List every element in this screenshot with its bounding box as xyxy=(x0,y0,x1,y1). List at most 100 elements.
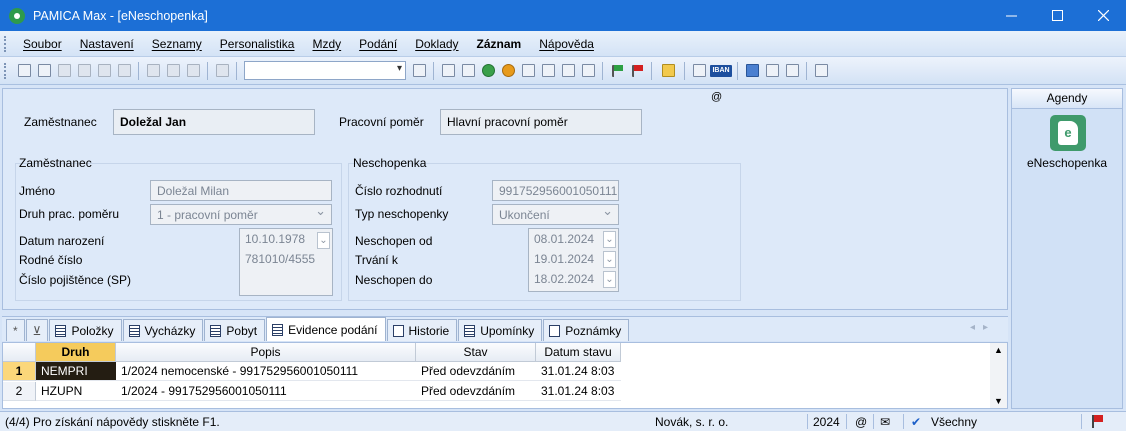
filter-icon: ⊻ xyxy=(32,323,42,338)
tab-filter[interactable]: ⊻ xyxy=(25,319,49,341)
person-orange-icon[interactable] xyxy=(499,62,517,80)
iban-icon[interactable]: IBAN xyxy=(710,62,732,80)
window-title: PAMICA Max - [eNeschopenka] xyxy=(33,8,208,23)
export-icon[interactable] xyxy=(115,62,133,80)
table-cell-datum[interactable]: 31.01.24 8:03 xyxy=(536,382,621,401)
checkmark-icon[interactable]: ✔ xyxy=(911,415,921,429)
column-header-popis[interactable]: Popis xyxy=(116,343,416,362)
close-button[interactable] xyxy=(1080,0,1126,31)
status-year[interactable]: 2024 xyxy=(813,415,840,429)
scroll-down-icon[interactable]: ▼ xyxy=(994,396,1003,406)
print-icon[interactable] xyxy=(55,62,73,80)
row-number[interactable]: 1 xyxy=(3,362,36,381)
m-document-icon[interactable] xyxy=(439,62,457,80)
toolbar-combo[interactable] xyxy=(244,61,406,80)
tab-pobyt[interactable]: Pobyt xyxy=(204,319,266,341)
duration-dropdown[interactable]: ⌄ xyxy=(603,251,616,268)
status-filter[interactable]: Všechny xyxy=(931,415,977,429)
open-window-icon[interactable] xyxy=(15,62,33,80)
new-record-icon[interactable] xyxy=(144,62,162,80)
help-icon[interactable] xyxy=(812,62,830,80)
at-icon[interactable]: @ xyxy=(711,91,722,103)
birth-number-field[interactable]: 781010/4555 xyxy=(240,249,332,269)
folder-dropdown-icon[interactable] xyxy=(657,62,679,80)
scroll-up-icon[interactable]: ▲ xyxy=(994,345,1003,355)
sickleave-type-select[interactable]: Ukončení xyxy=(492,203,619,225)
column-header-stav[interactable]: Stav xyxy=(416,343,536,362)
evidence-grid: Druh Popis Stav Datum stavu 1 NEMPRI 1/2… xyxy=(2,342,1008,409)
menu-mzdy[interactable]: Mzdy xyxy=(303,37,350,51)
document-clock-icon[interactable] xyxy=(519,62,537,80)
eneschopenka-icon[interactable]: e xyxy=(1050,115,1086,151)
table-cell-druh[interactable]: NEMPRI xyxy=(36,362,116,381)
tab-historie[interactable]: Historie xyxy=(386,319,458,341)
table-cell-datum[interactable]: 31.01.24 8:03 xyxy=(536,362,621,381)
red-flag-icon[interactable] xyxy=(628,62,646,80)
status-at-icon[interactable]: @ xyxy=(855,415,867,429)
m-add-icon[interactable] xyxy=(579,62,597,80)
grid-scrollbar[interactable]: ▲ ▼ xyxy=(990,343,1007,408)
toolbar-separator xyxy=(602,61,603,80)
save-all-icon[interactable] xyxy=(184,62,202,80)
toolbar-grip[interactable] xyxy=(4,62,7,79)
name-field[interactable]: Doležal Milan xyxy=(150,180,332,201)
menu-doklady[interactable]: Doklady xyxy=(406,37,467,51)
envelope-icon[interactable]: ✉ xyxy=(880,415,890,429)
menu-nastaveni[interactable]: Nastavení xyxy=(71,37,143,51)
minimize-button[interactable] xyxy=(988,0,1034,31)
calculator-icon[interactable] xyxy=(690,62,708,80)
table-cell-popis[interactable]: 1/2024 nemocenské - 991752956001050111 xyxy=(116,362,416,381)
print-copy-icon[interactable] xyxy=(95,62,113,80)
table-cell-stav[interactable]: Před odevzdáním xyxy=(416,382,536,401)
red-flag-status-icon[interactable] xyxy=(1092,415,1103,428)
decision-number-field[interactable]: 991752956001050111 xyxy=(492,180,619,201)
column-header-datum[interactable]: Datum stavu xyxy=(536,343,621,362)
save-icon[interactable] xyxy=(164,62,182,80)
copy-icon[interactable] xyxy=(35,62,53,80)
menu-soubor[interactable]: Soubor xyxy=(14,37,71,51)
column-header-druh[interactable]: Druh xyxy=(36,343,116,362)
tab-polozky[interactable]: Položky xyxy=(49,319,122,341)
table-cell-druh[interactable]: HZUPN xyxy=(36,382,116,401)
maximize-button[interactable] xyxy=(1034,0,1080,31)
menu-napoveda[interactable]: Nápověda xyxy=(530,37,603,51)
sickleave-type-label: Typ neschopenky xyxy=(355,207,449,221)
status-company[interactable]: Novák, s. r. o. xyxy=(655,415,728,429)
green-flag-icon[interactable] xyxy=(608,62,626,80)
status-help-text: (4/4) Pro získání nápovědy stiskněte F1. xyxy=(5,415,220,429)
paste-icon[interactable] xyxy=(213,62,231,80)
menu-zaznam[interactable]: Záznam xyxy=(468,37,531,51)
employment-type-select[interactable]: 1 - pracovní poměr xyxy=(150,203,332,225)
menu-seznamy[interactable]: Seznamy xyxy=(143,37,211,51)
tab-new[interactable]: * xyxy=(6,319,25,341)
person-green-icon[interactable] xyxy=(479,62,497,80)
m-document-icon-2[interactable] xyxy=(559,62,577,80)
tab-upominky[interactable]: Upomínky xyxy=(458,319,543,341)
document-edit-icon[interactable] xyxy=(459,62,477,80)
eneschopenka-label[interactable]: eNeschopenka xyxy=(1012,156,1122,170)
row-number[interactable]: 2 xyxy=(3,382,36,401)
birth-date-dropdown[interactable]: ⌄ xyxy=(317,232,330,249)
menu-personalistika[interactable]: Personalistika xyxy=(211,37,304,51)
menu-podani[interactable]: Podání xyxy=(350,37,406,51)
tab-scroll-arrows[interactable]: ◂▸ xyxy=(970,322,996,333)
employee-group-title: Zaměstnanec xyxy=(19,156,92,170)
document-check-icon[interactable] xyxy=(539,62,557,80)
sick-from-dropdown[interactable]: ⌄ xyxy=(603,231,616,248)
tab-evidence-podani[interactable]: Evidence podání xyxy=(266,317,386,341)
table-cell-stav[interactable]: Před odevzdáním xyxy=(416,362,536,381)
employee-field[interactable]: Doležal Jan xyxy=(113,109,315,135)
menu-grip[interactable] xyxy=(4,35,7,52)
report-icon[interactable] xyxy=(783,62,801,80)
list-icon[interactable] xyxy=(763,62,781,80)
tab-poznamky[interactable]: Poznámky xyxy=(543,319,630,341)
insured-number-field[interactable] xyxy=(240,269,332,289)
tab-vychazky[interactable]: Vycházky xyxy=(122,319,204,341)
filter-icon[interactable] xyxy=(410,62,428,80)
window-icon[interactable] xyxy=(743,62,761,80)
table-cell-popis[interactable]: 1/2024 - 991752956001050111 xyxy=(116,382,416,401)
print-preview-icon[interactable] xyxy=(75,62,93,80)
relation-field[interactable]: Hlavní pracovní poměr xyxy=(440,109,642,135)
sick-to-dropdown[interactable]: ⌄ xyxy=(603,271,616,288)
birth-number-label: Rodné číslo xyxy=(19,253,83,267)
